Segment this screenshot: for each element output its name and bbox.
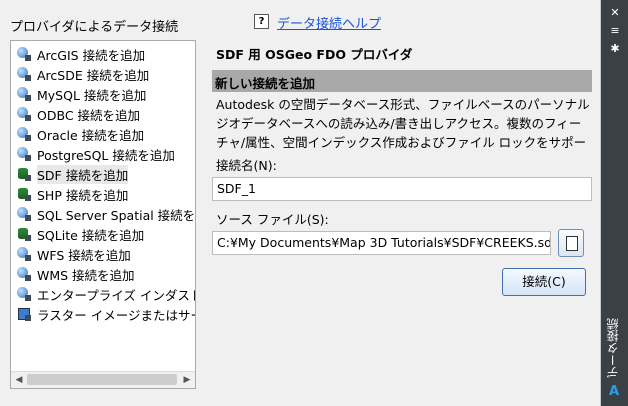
list-item-label: SDF 接続を追加 [37, 164, 129, 184]
browse-file-button[interactable] [558, 229, 584, 257]
settings-icon[interactable]: ✱ [608, 42, 622, 56]
list-item-label: WMS 接続を追加 [37, 267, 135, 283]
globe-plug-icon [17, 247, 31, 261]
list-item-label: SQL Server Spatial 接続を追加 [37, 207, 196, 223]
list-item-enterprise-industry[interactable]: エンタープライズ インダストリ [17, 285, 195, 303]
globe-plug-icon [17, 87, 31, 101]
globe-plug-icon [17, 287, 31, 301]
list-item-label: PostgreSQL 接続を追加 [37, 147, 175, 163]
scroll-left-icon[interactable]: ◀ [13, 374, 25, 386]
section-header: 新しい接続を追加 [212, 70, 592, 92]
help-link[interactable]: データ接続ヘルプ [277, 13, 381, 32]
globe-plug-icon [17, 67, 31, 81]
list-item-label: ArcSDE 接続を追加 [37, 67, 150, 83]
connect-button[interactable]: 接続(C) [502, 268, 586, 296]
provider-list[interactable]: ArcGIS 接続を追加 ArcSDE 接続を追加 MySQL 接続を追加 OD… [10, 40, 196, 389]
autodesk-logo-icon: A [608, 384, 620, 399]
provider-description: Autodesk の空間データベース形式、ファイルベースのパーソナルジオデータベ… [216, 97, 590, 149]
list-item-label: エンタープライズ インダストリ [37, 287, 195, 303]
list-item-label: ODBC 接続を追加 [37, 107, 141, 123]
database-plug-icon [17, 167, 31, 181]
list-item-label: ArcGIS 接続を追加 [37, 47, 146, 63]
help-icon[interactable]: ? [254, 14, 269, 29]
list-item-odbc[interactable]: ODBC 接続を追加 [17, 105, 140, 123]
list-item-oracle[interactable]: Oracle 接続を追加 [17, 125, 144, 143]
data-connect-panel: プロバイダによるデータ接続 ? データ接続ヘルプ ArcGIS 接続を追加 Ar… [0, 0, 601, 406]
list-item-postgresql[interactable]: PostgreSQL 接続を追加 [17, 145, 175, 163]
list-item-raster-image[interactable]: ラスター イメージまたはサーフ [17, 305, 195, 323]
globe-plug-icon [17, 47, 31, 61]
provider-list-title: プロバイダによるデータ接続 [10, 20, 179, 35]
menu-icon[interactable]: ≡ [608, 24, 622, 38]
database-plug-icon [17, 227, 31, 241]
list-item-label: WFS 接続を追加 [37, 247, 131, 263]
connection-name-label: 接続名(N): [216, 158, 277, 173]
list-item-wms[interactable]: WMS 接続を追加 [17, 265, 135, 283]
horizontal-scrollbar[interactable]: ◀ ▶ [11, 371, 195, 388]
globe-plug-icon [17, 147, 31, 161]
list-item-label: ラスター イメージまたはサーフ [37, 307, 195, 323]
list-item-sqlite[interactable]: SQLite 接続を追加 [17, 225, 144, 243]
document-icon [566, 236, 578, 251]
database-plug-icon [17, 187, 31, 201]
list-item-wfs[interactable]: WFS 接続を追加 [17, 245, 131, 263]
section-title: 新しい接続を追加 [215, 76, 316, 91]
list-item-arcgis[interactable]: ArcGIS 接続を追加 [17, 45, 145, 63]
list-item-label: MySQL 接続を追加 [37, 87, 147, 103]
provider-heading: SDF 用 OSGeo FDO プロバイダ [216, 47, 413, 62]
list-item-label: Oracle 接続を追加 [37, 127, 145, 143]
list-item-sdf[interactable]: SDF 接続を追加 [17, 164, 129, 184]
globe-plug-icon [17, 107, 31, 121]
globe-plug-icon [17, 207, 31, 221]
close-icon[interactable]: ✕ [608, 6, 622, 20]
image-plug-icon [17, 307, 31, 321]
list-item-label: SHP 接続を追加 [37, 187, 129, 203]
source-file-field[interactable]: C:¥My Documents¥Map 3D Tutorials¥SDF¥CRE… [212, 231, 551, 255]
list-item-label: SQLite 接続を追加 [37, 227, 145, 243]
list-item-sql-server-spatial[interactable]: SQL Server Spatial 接続を追加 [17, 205, 196, 223]
connection-name-field[interactable]: SDF_1 [212, 177, 592, 201]
list-item-shp[interactable]: SHP 接続を追加 [17, 185, 128, 203]
globe-plug-icon [17, 127, 31, 141]
list-item-arcsde[interactable]: ArcSDE 接続を追加 [17, 65, 149, 83]
source-file-label: ソース ファイル(S): [216, 212, 329, 227]
scrollbar-thumb[interactable] [27, 374, 177, 385]
scroll-right-icon[interactable]: ▶ [181, 374, 193, 386]
globe-plug-icon [17, 267, 31, 281]
list-item-mysql[interactable]: MySQL 接続を追加 [17, 85, 146, 103]
palette-title: データ接続 [606, 318, 620, 378]
